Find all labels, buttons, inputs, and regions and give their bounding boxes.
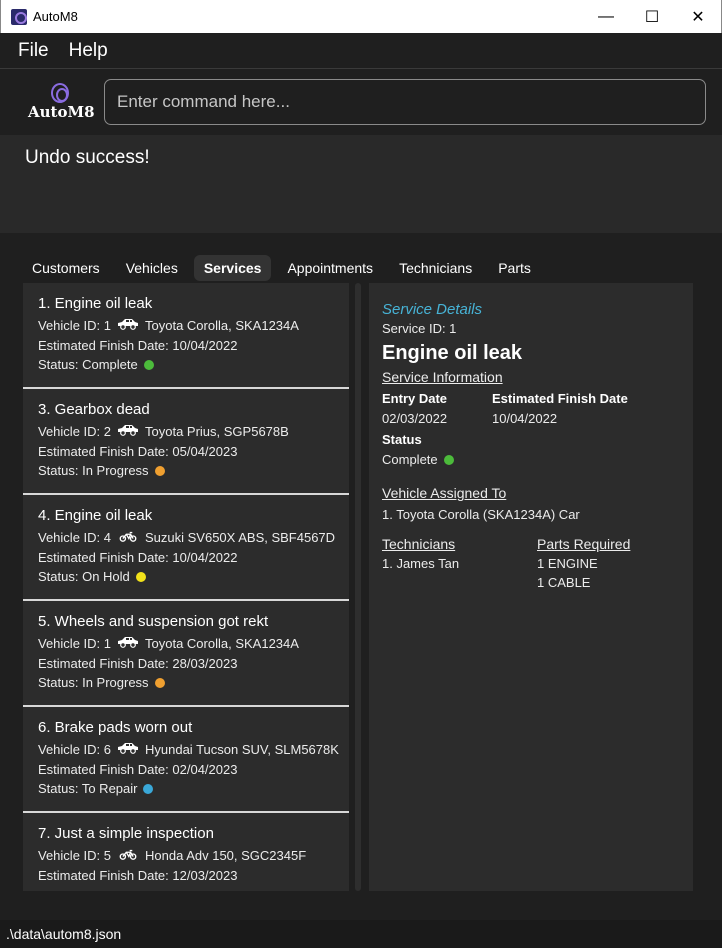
status-dot-icon xyxy=(154,465,165,476)
list-scrollbar[interactable] xyxy=(355,283,361,891)
tab-services[interactable]: Services xyxy=(193,255,272,281)
service-card-vehicle-name: Toyota Corolla, SKA1234A xyxy=(145,636,299,651)
tab-parts[interactable]: Parts xyxy=(488,255,541,281)
service-card[interactable]: 7. Just a simple inspection Vehicle ID: 5… xyxy=(23,813,349,891)
command-input[interactable]: Enter command here... xyxy=(104,79,706,125)
service-card[interactable]: 3. Gearbox dead Vehicle ID: 2 Toyota Prius… xyxy=(23,389,349,495)
service-card-vehicle-name: Hyundai Tucson SUV, SLM5678K xyxy=(145,742,339,757)
part-item: 1 ENGINE xyxy=(537,556,598,571)
logo-text: AutoM8 xyxy=(28,103,95,121)
status-dot-icon xyxy=(135,571,146,582)
tab-appointments[interactable]: Appointments xyxy=(277,255,383,281)
menu-bar: File Help xyxy=(0,33,722,69)
vehicle-assigned: 1. Toyota Corolla (SKA1234A) Car xyxy=(382,507,580,522)
technician-item: 1. James Tan xyxy=(382,556,460,571)
service-card[interactable]: 5. Wheels and suspension got rekt Vehicle… xyxy=(23,601,349,707)
status-bar: .\data\autom8.json xyxy=(0,920,722,948)
finish-date-label: Estimated Finish Date xyxy=(492,391,628,406)
service-details-panel: Service Details Service ID: 1 Engine oil… xyxy=(369,283,693,891)
service-card-title: 3. Gearbox dead xyxy=(38,401,150,418)
service-card-title: 1. Engine oil leak xyxy=(38,295,153,312)
service-card-status: Status: In Progress xyxy=(38,463,149,478)
finish-date: 10/04/2022 xyxy=(492,411,558,426)
tab-vehicles[interactable]: Vehicles xyxy=(116,255,188,281)
service-card[interactable]: 6. Brake pads worn out Vehicle ID: 6 Hyund… xyxy=(23,707,349,813)
status-value: Complete xyxy=(382,452,438,467)
service-card[interactable]: 1. Engine oil leak Vehicle ID: 1 Toyota Co… xyxy=(23,283,349,389)
app-icon xyxy=(11,8,27,25)
menu-help[interactable]: Help xyxy=(69,40,108,62)
title-bar: AutoM8 — ☐ ✕ xyxy=(0,0,722,33)
service-card-status: Status: To Repair xyxy=(38,781,138,796)
result-message: Undo success! xyxy=(25,147,150,168)
service-card-title: 5. Wheels and suspension got rekt xyxy=(38,613,269,630)
data-file-path: .\data\autom8.json xyxy=(6,926,122,942)
status-dot-icon xyxy=(143,783,154,794)
car-icon xyxy=(111,634,145,654)
entry-date: 02/03/2022 xyxy=(382,411,448,426)
service-id: Service ID: 1 xyxy=(382,321,457,336)
service-card-finish-date: Estimated Finish Date: 10/04/2022 xyxy=(38,549,238,565)
tab-bar: Customers Vehicles Services Appointments Tec… xyxy=(22,255,547,281)
service-card-finish-date: Estimated Finish Date: 28/03/2023 xyxy=(38,655,238,671)
service-card[interactable]: 4. Engine oil leak Vehicle ID: 4 Suzuki SV… xyxy=(23,495,349,601)
part-item: 1 CABLE xyxy=(537,575,591,590)
details-header: Service Details xyxy=(382,301,483,318)
minimize-button[interactable]: — xyxy=(583,0,629,33)
status-dot-icon xyxy=(143,359,154,370)
status-dot-icon xyxy=(443,454,454,465)
car-icon xyxy=(111,316,145,336)
service-card-status: Status: On Hold xyxy=(38,569,130,584)
close-button[interactable]: ✕ xyxy=(675,0,721,33)
service-card-vehicle-name: Honda Adv 150, SGC2345F xyxy=(145,848,307,863)
entry-date-label: Entry Date xyxy=(382,391,448,406)
service-card-status: Status: Complete xyxy=(38,357,138,372)
parts-label: Parts Required xyxy=(537,536,631,552)
vehicle-assigned-label: Vehicle Assigned To xyxy=(382,485,507,501)
service-card-finish-date: Estimated Finish Date: 05/04/2023 xyxy=(38,443,238,459)
service-list[interactable]: 1. Engine oil leak Vehicle ID: 1 Toyota Co… xyxy=(23,283,349,891)
status-dot-icon xyxy=(154,677,165,688)
service-card-vehicle-id: Vehicle ID: 2 xyxy=(38,424,111,439)
result-display: Undo success! xyxy=(0,135,722,233)
car-icon xyxy=(111,740,145,760)
motorcycle-icon xyxy=(111,528,145,548)
status-label: Status xyxy=(382,432,422,447)
maximize-button[interactable]: ☐ xyxy=(629,0,675,33)
car-icon xyxy=(111,422,145,442)
motorcycle-icon xyxy=(111,846,145,866)
tire-icon xyxy=(51,83,69,103)
service-card-title: 4. Engine oil leak xyxy=(38,507,153,524)
service-info-label: Service Information xyxy=(382,369,503,385)
service-card-title: 7. Just a simple inspection xyxy=(38,825,214,842)
command-area: AutoM8 Enter command here... xyxy=(0,69,722,135)
tab-customers[interactable]: Customers xyxy=(22,255,110,281)
service-card-finish-date: Estimated Finish Date: 12/03/2023 xyxy=(38,867,238,883)
service-card-finish-date: Estimated Finish Date: 10/04/2022 xyxy=(38,337,238,353)
menu-file[interactable]: File xyxy=(18,40,49,62)
service-card-vehicle-id: Vehicle ID: 4 xyxy=(38,530,111,545)
service-card-vehicle-name: Toyota Prius, SGP5678B xyxy=(145,424,289,439)
service-card-title: 6. Brake pads worn out xyxy=(38,719,193,736)
service-card-vehicle-name: Suzuki SV650X ABS, SBF4567D xyxy=(145,530,336,545)
service-card-vehicle-name: Toyota Corolla, SKA1234A xyxy=(145,318,299,333)
tab-technicians[interactable]: Technicians xyxy=(389,255,482,281)
service-card-vehicle-id: Vehicle ID: 5 xyxy=(38,848,111,863)
service-card-vehicle-id: Vehicle ID: 1 xyxy=(38,318,111,333)
service-card-vehicle-id: Vehicle ID: 1 xyxy=(38,636,111,651)
window-title: AutoM8 xyxy=(33,9,78,24)
technicians-label: Technicians xyxy=(382,536,456,552)
service-card-status: Status: In Progress xyxy=(38,675,149,690)
service-card-vehicle-id: Vehicle ID: 6 xyxy=(38,742,111,757)
service-title: Engine oil leak xyxy=(382,342,523,364)
automate-logo: AutoM8 xyxy=(25,83,97,123)
service-card-finish-date: Estimated Finish Date: 02/04/2023 xyxy=(38,761,238,777)
